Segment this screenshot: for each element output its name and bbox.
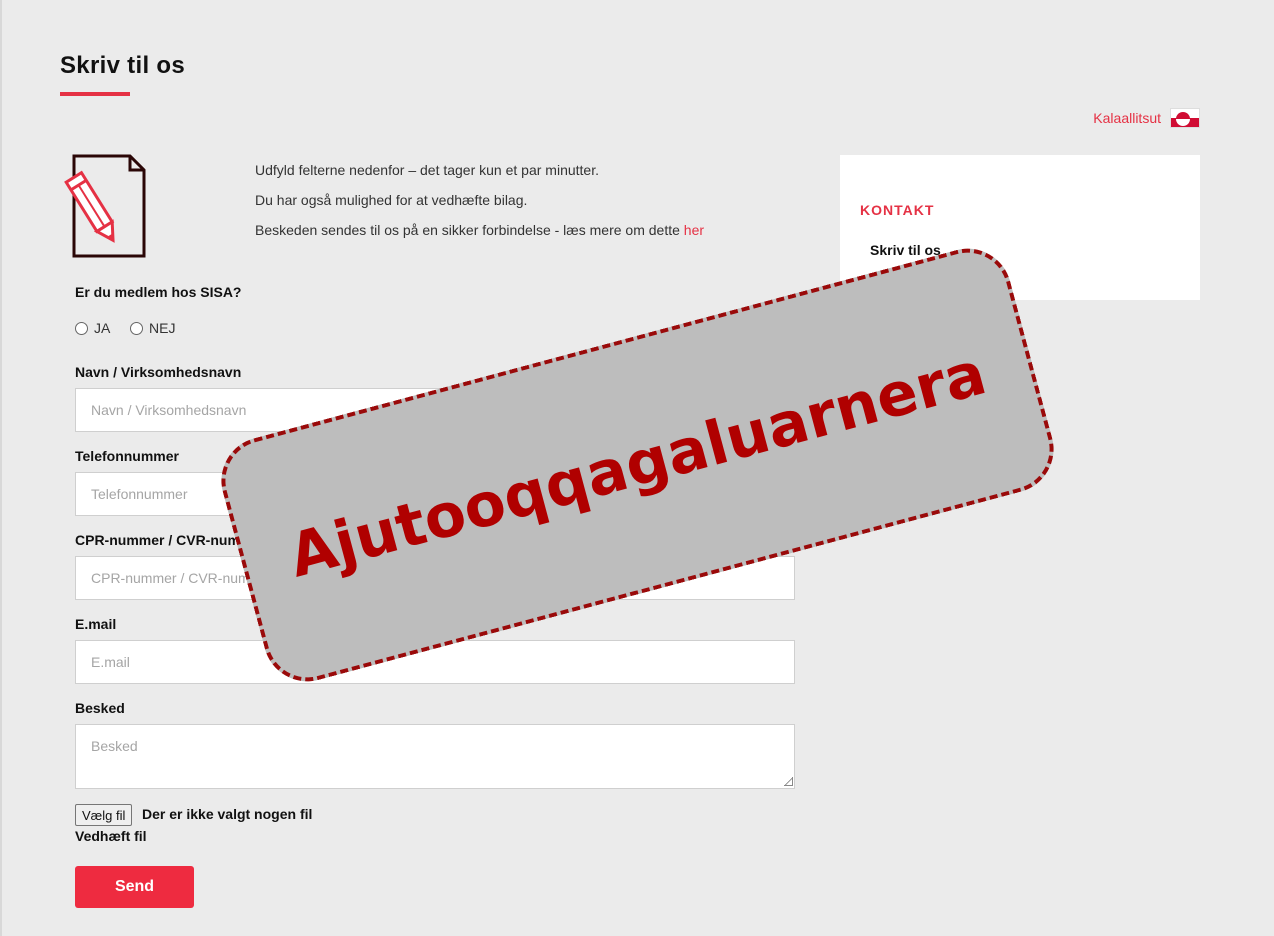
intro-text: Udfyld felterne nedenfor – det tager kun… bbox=[255, 155, 704, 245]
title-underline bbox=[60, 92, 130, 96]
email-label: E.mail bbox=[75, 616, 117, 632]
intro-line-3: Beskeden sendes til os på en sikker forb… bbox=[255, 215, 704, 245]
stamp-text: Ajutooqqagaluarnera bbox=[281, 338, 994, 592]
intro-line-2: Du har også mulighed for at vedhæfte bil… bbox=[255, 192, 528, 208]
radio-yes-circle[interactable] bbox=[75, 321, 88, 335]
intro-line-1: Udfyld felterne nedenfor – det tager kun… bbox=[255, 162, 599, 178]
page-edge bbox=[0, 0, 2, 936]
stamp-box: Ajutooqqagaluarnera bbox=[211, 238, 1064, 692]
choose-file-button[interactable]: Vælg fil bbox=[75, 804, 133, 826]
radio-no[interactable]: NEJ bbox=[130, 320, 175, 336]
radio-no-label[interactable]: NEJ bbox=[149, 320, 175, 336]
page-title: Skriv til os bbox=[60, 52, 185, 79]
name-label: Navn / Virksomhedsnavn bbox=[75, 364, 242, 380]
stamp-overlay: Ajutooqqagaluarnera bbox=[211, 238, 1064, 692]
send-button[interactable]: Send bbox=[75, 866, 194, 908]
membership-question: Er du medlem hos SISA? bbox=[75, 284, 242, 300]
sidebar-heading: KONTAKT bbox=[860, 202, 935, 218]
resize-grip-icon[interactable] bbox=[784, 777, 793, 786]
greenland-flag-icon[interactable] bbox=[1170, 108, 1200, 128]
radio-yes-label[interactable]: JA bbox=[94, 320, 110, 336]
intro-line-3-text: Beskeden sendes til os på en sikker forb… bbox=[255, 222, 680, 238]
attach-file-label: Vedhæft fil bbox=[75, 828, 147, 844]
document-pencil-icon bbox=[58, 152, 150, 260]
radio-no-circle[interactable] bbox=[130, 321, 143, 335]
language-switch[interactable]: Kalaallitsut bbox=[1093, 108, 1200, 128]
message-label: Besked bbox=[75, 700, 125, 716]
file-status: Der er ikke valgt nogen fil bbox=[142, 806, 313, 822]
sidebar-item-write-to-us[interactable]: Skriv til os bbox=[870, 242, 941, 258]
security-info-link[interactable]: her bbox=[684, 222, 704, 238]
radio-yes[interactable]: JA bbox=[75, 320, 110, 336]
language-label[interactable]: Kalaallitsut bbox=[1093, 110, 1161, 126]
phone-label: Telefonnummer bbox=[75, 448, 179, 464]
message-textarea[interactable] bbox=[75, 724, 795, 789]
